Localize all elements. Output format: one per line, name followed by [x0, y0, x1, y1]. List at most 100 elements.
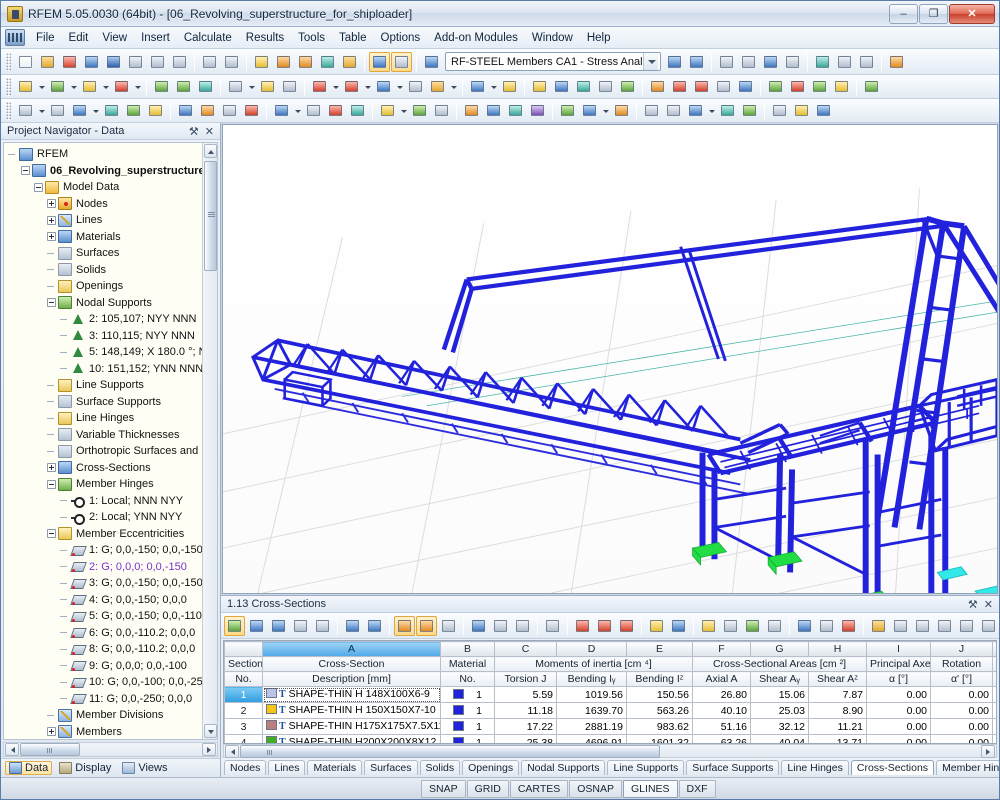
new-file-icon[interactable] [15, 52, 36, 72]
material-cell[interactable]: 1 [440, 734, 495, 743]
printout-icon[interactable] [834, 52, 855, 72]
expand-icon[interactable] [47, 727, 56, 737]
group-tool-icon[interactable] [529, 77, 550, 96]
tree-item[interactable]: 6: G; 0,0,-110.2; 0,0,0 [6, 625, 202, 642]
table-edit-icon[interactable] [765, 77, 786, 96]
navigator-tab-views[interactable]: Views [118, 761, 171, 775]
copy-icon[interactable] [125, 52, 146, 72]
table-tab-nodes[interactable]: Nodes [224, 760, 267, 775]
table-tab-nodal-supports[interactable]: Nodal Supports [521, 760, 606, 775]
ortho-icon[interactable] [505, 101, 526, 120]
chevron-down-icon[interactable] [449, 77, 458, 97]
table-edit-icon[interactable] [224, 615, 245, 636]
tree-item[interactable]: Materials [6, 229, 202, 246]
load-member-tool-icon[interactable] [373, 77, 394, 96]
dimension-icon[interactable] [812, 52, 833, 72]
bending-iz-cell[interactable]: 1601.32 [626, 734, 693, 743]
print-table-icon[interactable] [698, 616, 719, 636]
solid-tool-icon[interactable] [151, 77, 172, 96]
table-row[interactable]: 1 T SHAPE-THIN H 148X100X6-9 1 5.59 1019.56 15… [224, 686, 996, 703]
undo-icon[interactable] [394, 615, 415, 636]
surface-support-tool-icon[interactable] [195, 77, 216, 96]
row-number[interactable]: 2 [224, 702, 263, 719]
scroll-left-arrow-icon[interactable] [225, 744, 239, 758]
row-number[interactable]: 1 [224, 686, 263, 703]
width-cell[interactable]: 150.0 [992, 702, 996, 719]
tree-item[interactable]: Member Eccentricities [6, 526, 202, 543]
tree-item[interactable]: Member Divisions [6, 707, 202, 724]
menu-item-file[interactable]: File [29, 29, 62, 47]
tree-item[interactable]: Nodal Supports [6, 295, 202, 312]
maximize-button[interactable]: ❐ [919, 3, 948, 24]
move-right-icon[interactable] [364, 616, 385, 636]
shear-az-cell[interactable]: 8.90 [808, 702, 867, 719]
cross-section-description-cell[interactable]: T SHAPE-THIN H 150X150X7-10 [262, 702, 441, 719]
row-number[interactable]: 3 [224, 718, 263, 735]
status-button-snap[interactable]: SNAP [421, 779, 466, 798]
status-button-osnap[interactable]: OSNAP [569, 779, 623, 798]
close-icon[interactable]: ✕ [205, 125, 214, 138]
menu-item-window[interactable]: Window [525, 29, 580, 47]
torsion-cell[interactable]: 11.18 [494, 702, 557, 719]
section-color-swatch[interactable] [266, 720, 277, 730]
collapse-icon[interactable] [47, 298, 56, 308]
divide-icon[interactable] [219, 101, 240, 120]
tree-item[interactable]: Solids [6, 262, 202, 279]
rotate-view-icon[interactable] [685, 101, 706, 120]
axial-area-cell[interactable]: 40.10 [692, 702, 751, 719]
delete-row2-icon[interactable] [616, 616, 637, 636]
column-header-I[interactable]: I [866, 641, 931, 657]
shear-ay-cell[interactable]: 40.04 [750, 734, 809, 743]
eccentricity-tool-icon[interactable] [279, 77, 300, 96]
column-header-B[interactable]: B [440, 641, 495, 657]
delete-sel-icon[interactable] [594, 616, 615, 636]
column-header-G[interactable]: G [750, 641, 809, 657]
shear-ay-cell[interactable]: 15.06 [750, 686, 809, 703]
material-color-swatch[interactable] [453, 720, 465, 731]
menu-item-calculate[interactable]: Calculate [177, 29, 239, 47]
mirror-icon[interactable] [123, 101, 144, 120]
collapse-icon[interactable] [47, 479, 56, 489]
tree-item[interactable]: 4: G; 0,0,-150; 0,0,0 [6, 592, 202, 609]
material-color-swatch[interactable] [453, 704, 465, 715]
principal-axes-cell[interactable]: 0.00 [866, 686, 931, 703]
width-cell[interactable]: 175.0 [992, 718, 996, 735]
bending-iz-cell[interactable]: 983.62 [626, 718, 693, 735]
close-button[interactable]: ✕ [949, 3, 995, 24]
table-column-letters[interactable]: ABCDEFGHIJKL [224, 641, 996, 657]
color-tool-icon[interactable] [787, 77, 808, 96]
heb-section-icon[interactable] [934, 616, 955, 636]
preview-icon[interactable] [169, 52, 190, 72]
grid-snap-icon[interactable] [483, 101, 504, 120]
zoom-icon[interactable] [273, 52, 294, 72]
results-icon[interactable] [421, 52, 442, 72]
shear-az-cell[interactable]: 11.21 [808, 718, 867, 735]
menu-item-help[interactable]: Help [580, 29, 618, 47]
model-viewport[interactable] [222, 124, 998, 594]
table-tab-line-hinges[interactable]: Line Hinges [781, 760, 849, 775]
navigator-tree[interactable]: RFEM 06_Revolving_superstructure_for_s Mod… [4, 143, 202, 739]
osnap-icon[interactable] [527, 101, 548, 120]
rotate-icon[interactable] [101, 101, 122, 120]
hide-icon[interactable] [431, 101, 452, 120]
tree-item[interactable]: Line Supports [6, 377, 202, 394]
shear-az-cell[interactable]: 13.71 [808, 734, 867, 743]
line-support-tool-icon[interactable] [225, 77, 246, 96]
select-all-icon[interactable] [271, 101, 292, 120]
principal-axes-cell[interactable]: 0.00 [866, 718, 931, 735]
menu-item-tools[interactable]: Tools [291, 29, 332, 47]
move-icon[interactable] [69, 101, 90, 120]
menu-item-view[interactable]: View [95, 29, 134, 47]
tree-item[interactable]: Variable Thicknesses [6, 427, 202, 444]
tree-item[interactable]: 5: 148,149; X 180.0 °; NYY [6, 344, 202, 361]
scroll-up-arrow-icon[interactable] [203, 144, 217, 158]
menu-item-results[interactable]: Results [239, 29, 291, 47]
material-cell[interactable]: 1 [440, 686, 495, 703]
undo-icon[interactable] [199, 52, 220, 72]
tree-item[interactable]: 9: G; 0,0,0; 0,0,-100 [6, 658, 202, 675]
dim-angle-icon[interactable] [47, 101, 68, 120]
table-style-icon[interactable] [668, 616, 689, 636]
extrude-icon[interactable] [197, 101, 218, 120]
bending-iy-cell[interactable]: 4696.91 [556, 734, 627, 743]
vis-tool-icon[interactable] [809, 77, 830, 96]
